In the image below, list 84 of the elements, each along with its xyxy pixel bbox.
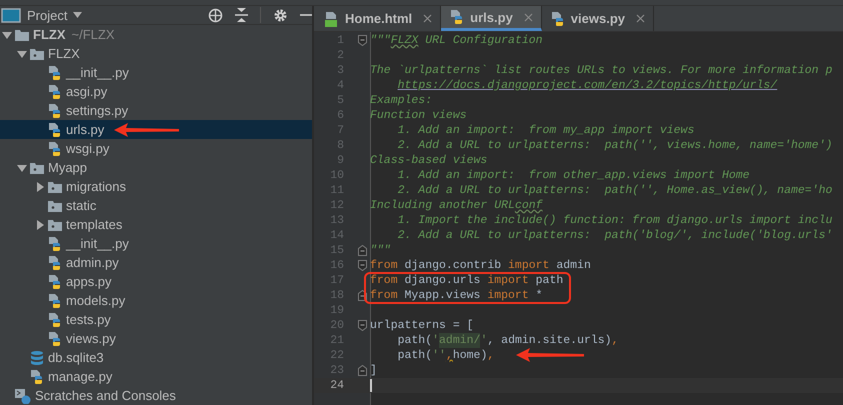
tree-item[interactable]: static	[0, 196, 312, 215]
tree-item[interactable]: wsgi.py	[0, 139, 312, 158]
fold-marker-icon[interactable]	[358, 260, 367, 271]
tree-item[interactable]: manage.py	[0, 367, 312, 386]
python-file-icon	[47, 102, 63, 118]
project-view-dropdown[interactable]: Project	[27, 8, 82, 22]
python-file-icon	[47, 84, 63, 100]
tree-item[interactable]: admin.py	[0, 253, 312, 272]
locate-icon[interactable]	[208, 8, 223, 22]
code-line: urlpatterns = [	[370, 318, 474, 333]
fold-marker-icon[interactable]	[358, 320, 367, 331]
python-file-icon	[47, 292, 63, 308]
folder-icon	[47, 198, 63, 212]
tree-item[interactable]: FLZX	[0, 44, 312, 63]
close-tab-icon[interactable]	[423, 14, 432, 23]
editor-tab[interactable]: urls.py	[441, 6, 542, 31]
code-line: Including another URLconf	[370, 198, 543, 213]
code-line: from django.contrib import admin	[370, 258, 591, 273]
tree-item[interactable]: Myapp	[0, 158, 312, 177]
tree-item[interactable]: FLZX ~/FLZX	[0, 25, 312, 44]
folder-icon	[47, 180, 63, 194]
tree-item[interactable]: tests.py	[0, 310, 312, 329]
collapse-all-icon[interactable]	[235, 8, 248, 22]
tree-item[interactable]: db.sqlite3	[0, 348, 312, 367]
code-line: from django.urls import path	[370, 273, 564, 288]
python-file-icon	[47, 312, 63, 328]
tree-item[interactable]: views.py	[0, 329, 312, 348]
database-icon	[29, 350, 45, 366]
code-line: 2. Add a URL to urlpatterns: path('', Home.as_view(), name='ho	[396, 183, 832, 198]
folder-icon	[47, 218, 63, 232]
tree-item[interactable]: __init__.py	[0, 234, 312, 253]
settings-icon[interactable]	[273, 8, 288, 22]
tree-item[interactable]: migrations	[0, 177, 312, 196]
code-line: from Myapp.views import *	[370, 288, 543, 303]
collapsed-arrow-icon[interactable]	[35, 182, 45, 192]
code-line: """	[370, 243, 391, 258]
tree-item[interactable]: asgi.py	[0, 82, 312, 101]
tree-item[interactable]: Scratches and Consoles	[0, 386, 312, 405]
project-window-icon	[1, 7, 21, 23]
code-line: path('admin/', admin.site.urls),	[396, 333, 618, 348]
code-line: path('',home),	[396, 348, 494, 363]
code-line: 1. Import the include() function: from django.urls import inclu	[396, 213, 832, 228]
expanded-arrow-icon[interactable]	[2, 30, 12, 40]
fold-marker-icon[interactable]	[358, 365, 367, 376]
folder-icon	[29, 46, 45, 60]
tree-item[interactable]: templates	[0, 215, 312, 234]
line-number: 24	[329, 378, 344, 393]
code-line: 2. Add a URL to urlpatterns: path('', views.home, name='home')	[396, 138, 832, 153]
code-line: Class-based views	[370, 153, 488, 168]
python-file-icon	[47, 330, 63, 346]
code-line: ]	[370, 363, 377, 378]
fold-marker-icon[interactable]	[358, 245, 367, 256]
tree-item[interactable]: settings.py	[0, 101, 312, 120]
collapsed-arrow-icon[interactable]	[35, 220, 45, 230]
python-file-icon	[29, 368, 45, 384]
python-file-icon	[47, 236, 63, 252]
expanded-arrow-icon[interactable]	[17, 162, 27, 172]
tree-item[interactable]: urls.py	[0, 120, 312, 139]
tree-item[interactable]: apps.py	[0, 272, 312, 291]
expanded-arrow-icon[interactable]	[17, 48, 27, 58]
python-file-icon	[550, 10, 566, 26]
tree-item[interactable]: __init__.py	[0, 63, 312, 82]
editor-tab[interactable]: views.py	[542, 6, 654, 31]
caret-icon	[73, 12, 82, 18]
close-tab-icon[interactable]	[636, 14, 645, 23]
folder-icon	[14, 28, 30, 42]
code-line: 1. Add an import: from other_app.views import Home	[396, 168, 750, 183]
python-file-icon	[47, 254, 63, 270]
text-cursor	[370, 379, 372, 392]
code-line: The `urlpatterns` list routes URLs to views. For more information p	[370, 63, 832, 78]
code-line: 2. Add a URL to urlpatterns: path('blog/', include('blog.urls'	[396, 228, 832, 243]
html-file-icon	[324, 10, 340, 26]
python-file-icon	[47, 64, 63, 80]
code-line: Function views	[370, 108, 467, 123]
code-line: https://docs.djangoproject.com/en/3.2/topics/http/urls/	[396, 78, 778, 93]
python-file-icon	[47, 140, 63, 156]
folder-icon	[29, 160, 45, 174]
tree-item[interactable]: models.py	[0, 291, 312, 310]
code-line: 1. Add an import: from my_app import views	[396, 123, 694, 138]
fold-marker-icon[interactable]	[358, 35, 367, 46]
code-line: """FLZX URL Configuration	[370, 33, 543, 48]
python-file-icon	[47, 274, 63, 290]
python-file-icon	[47, 122, 63, 138]
code-line: Examples:	[370, 93, 432, 108]
